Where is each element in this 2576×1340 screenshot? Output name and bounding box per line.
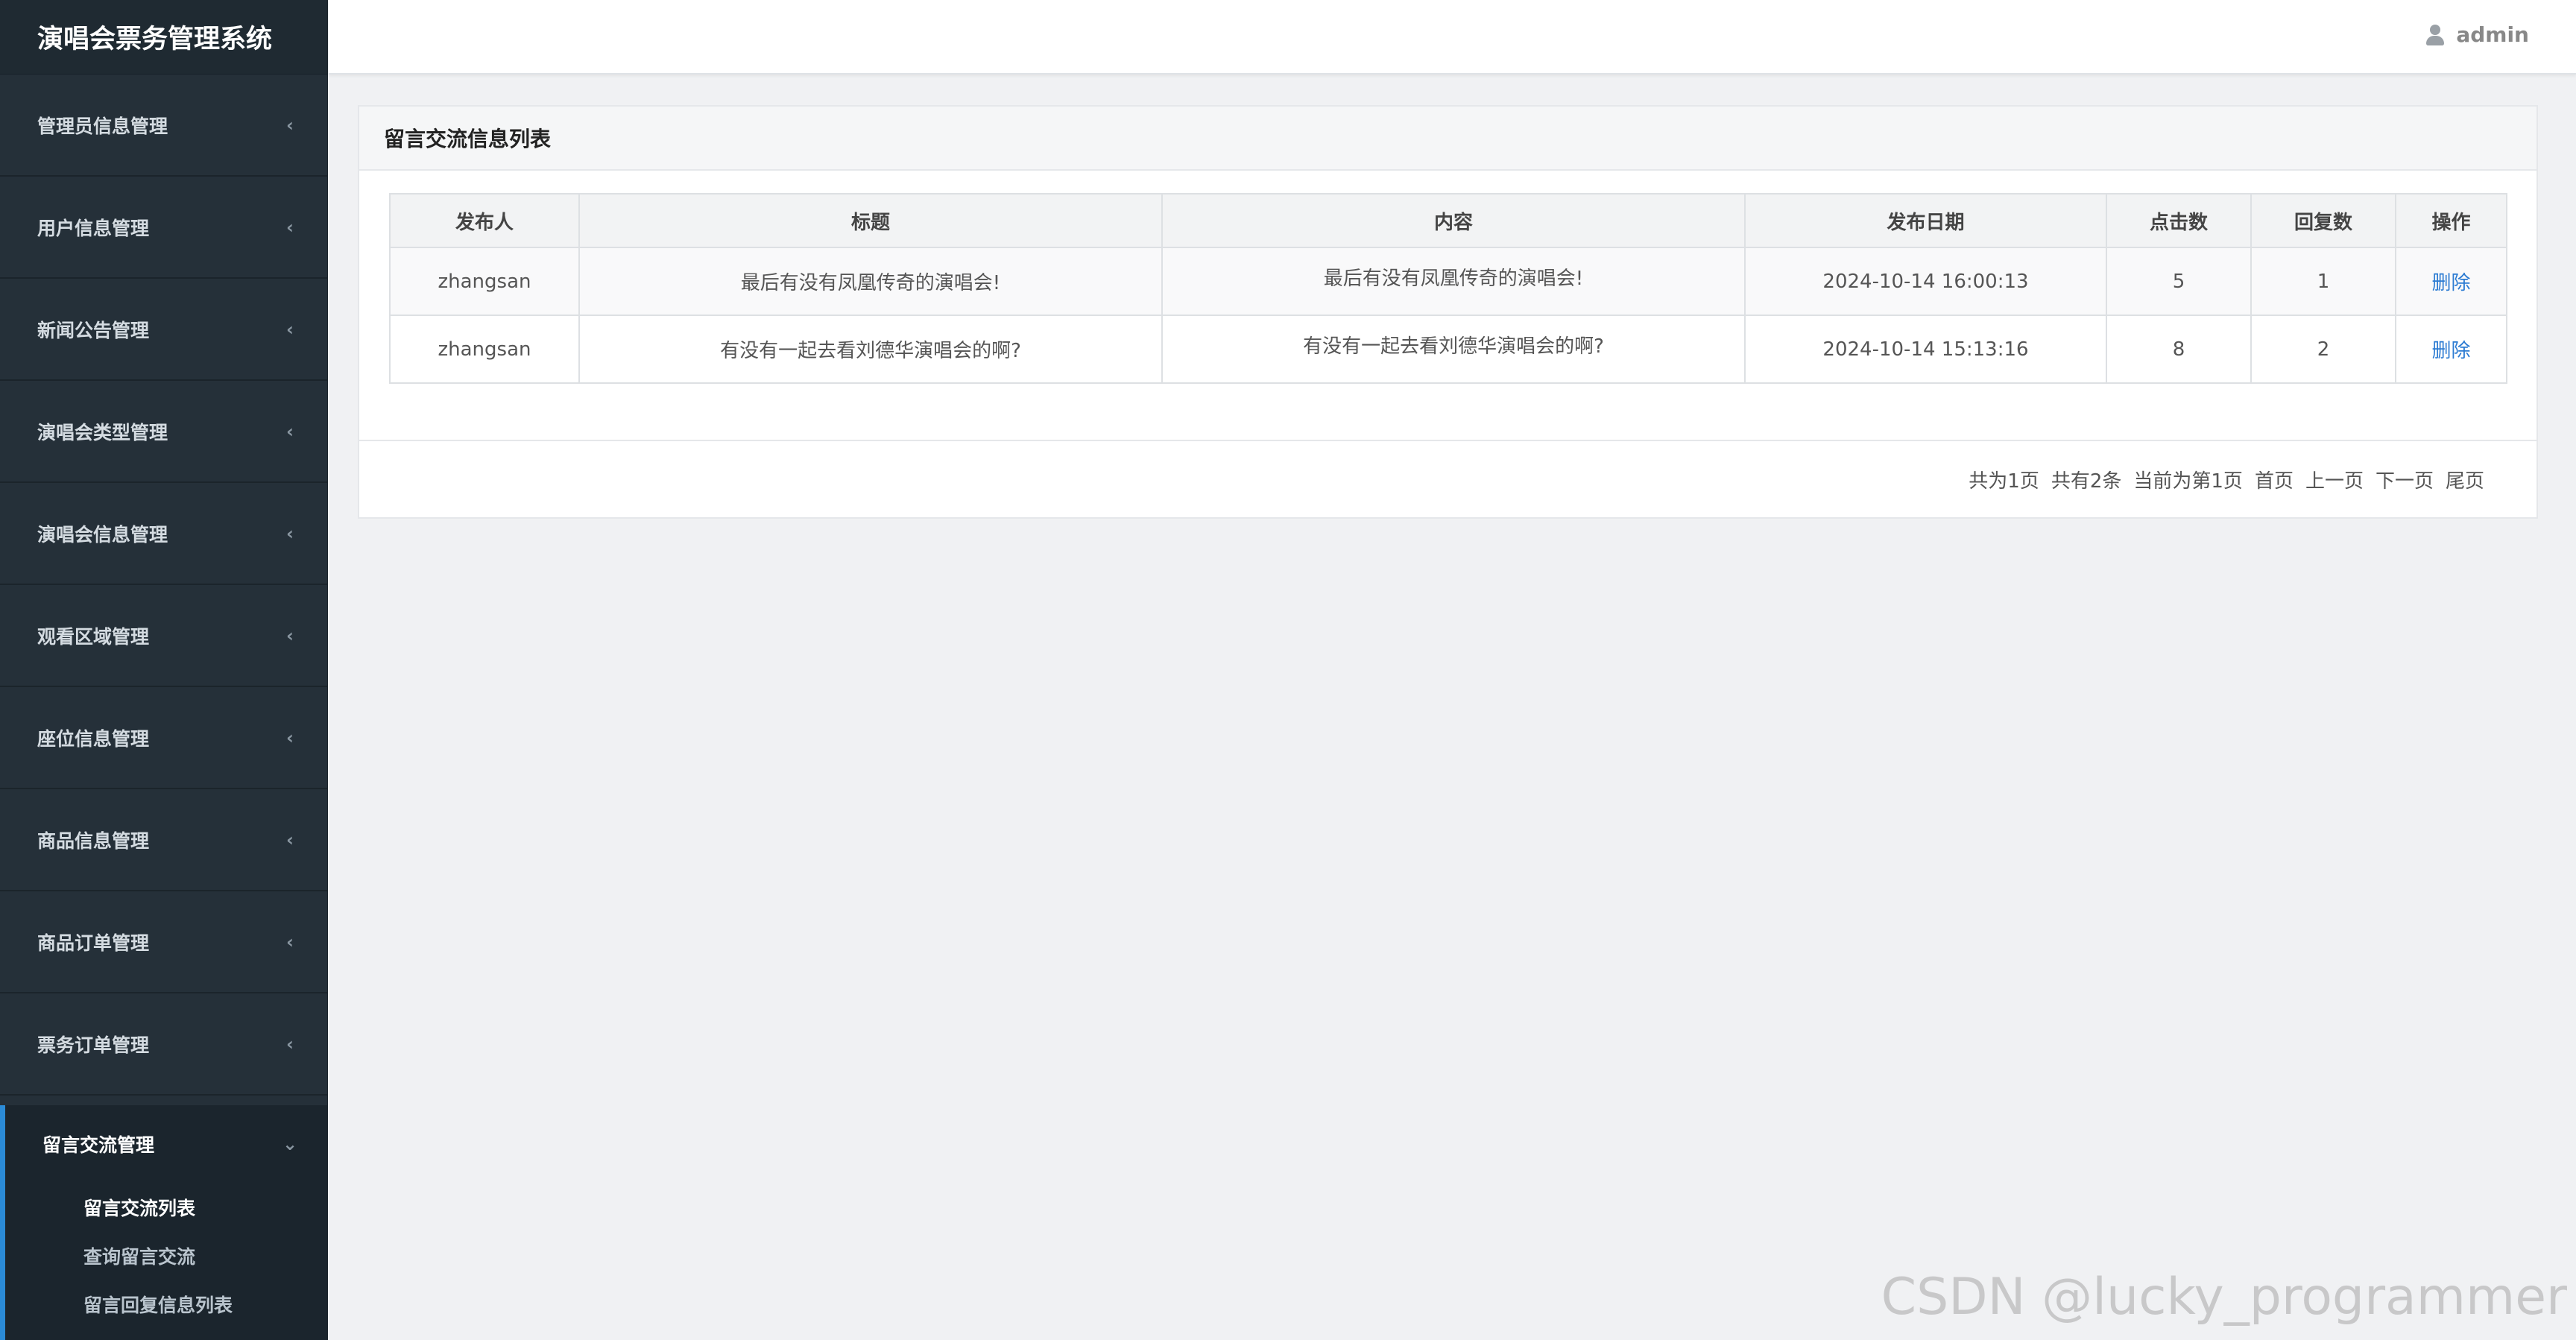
submenu-item-query-message[interactable]: 查询留言交流 — [5, 1231, 327, 1280]
sidebar-item-label: 新闻公告管理 — [37, 319, 150, 341]
cell-publisher: zhangsan — [389, 247, 580, 316]
submenu-item-reply-list[interactable]: 留言回复信息列表 — [5, 1280, 327, 1328]
sidebar-item-product-info[interactable]: 商品信息管理 ‹ — [0, 789, 327, 891]
sidebar-item-label: 商品订单管理 — [37, 932, 150, 954]
message-table-container: 发布人 标题 内容 发布日期 点击数 回复数 操作 zhangsan 最后有没有… — [389, 193, 2507, 384]
chevron-left-icon: ‹ — [286, 420, 294, 442]
top-header: admin — [329, 0, 2576, 75]
pagination-last-link[interactable]: 尾页 — [2446, 466, 2484, 493]
chevron-left-icon: ‹ — [286, 216, 294, 238]
chevron-left-icon: ‹ — [286, 1033, 294, 1055]
cell-content: 最后有没有凤凰传奇的演唱会! — [1161, 247, 1746, 316]
chevron-left-icon: ‹ — [286, 114, 294, 136]
cell-clicks: 5 — [2106, 247, 2252, 316]
column-header-action: 操作 — [2395, 193, 2507, 248]
sidebar-item-concert-info[interactable]: 演唱会信息管理 ‹ — [0, 483, 327, 585]
sidebar-item-label: 座位信息管理 — [37, 727, 150, 750]
sidebar: 演唱会票务管理系统 管理员信息管理 ‹ 用户信息管理 ‹ 新闻公告管理 ‹ 演唱… — [0, 0, 328, 1340]
pagination-next-link[interactable]: 下一页 — [2375, 466, 2434, 493]
chevron-left-icon: ‹ — [286, 727, 294, 748]
cell-date: 2024-10-14 16:00:13 — [1744, 247, 2107, 316]
sidebar-item-user-info[interactable]: 用户信息管理 ‹ — [0, 177, 327, 279]
column-header-content: 内容 — [1161, 193, 1746, 248]
delete-link[interactable]: 删除 — [2431, 272, 2470, 294]
cell-action: 删除 — [2395, 247, 2507, 316]
sidebar-submenu: 留言交流列表 查询留言交流 留言回复信息列表 — [0, 1183, 327, 1340]
message-table: 发布人 标题 内容 发布日期 点击数 回复数 操作 zhangsan 最后有没有… — [389, 193, 2507, 384]
user-icon — [2426, 24, 2445, 45]
chevron-left-icon: ‹ — [286, 931, 294, 952]
cell-date: 2024-10-14 15:13:16 — [1744, 315, 2107, 384]
delete-link[interactable]: 删除 — [2431, 340, 2470, 362]
column-header-date: 发布日期 — [1744, 193, 2107, 248]
sidebar-item-news[interactable]: 新闻公告管理 ‹ — [0, 279, 327, 381]
pagination: 共为1页 共有2条 当前为第1页 首页 上一页 下一页 尾页 — [359, 440, 2536, 517]
chevron-left-icon: ‹ — [286, 625, 294, 646]
cell-publisher: zhangsan — [389, 315, 580, 384]
pagination-current-page: 当前为第1页 — [2133, 470, 2243, 493]
table-row: zhangsan 有没有一起去看刘德华演唱会的啊? 有没有一起去看刘德华演唱会的… — [389, 315, 2507, 384]
column-header-clicks: 点击数 — [2106, 193, 2252, 248]
chevron-left-icon: ‹ — [286, 829, 294, 850]
sidebar-item-product-orders[interactable]: 商品订单管理 ‹ — [0, 891, 327, 993]
app-title: 演唱会票务管理系统 — [0, 0, 327, 75]
submenu-item-message-list[interactable]: 留言交流列表 — [5, 1183, 327, 1231]
sidebar-item-label: 留言交流管理 — [42, 1134, 155, 1156]
message-list-panel: 留言交流信息列表 发布人 标题 内容 发布日期 点击数 回复数 操作 zhang… — [358, 105, 2538, 519]
user-menu[interactable]: admin — [2426, 22, 2529, 47]
sidebar-item-label: 用户信息管理 — [37, 217, 150, 239]
sidebar-item-admin-info[interactable]: 管理员信息管理 ‹ — [0, 75, 327, 177]
column-header-publisher: 发布人 — [389, 193, 580, 248]
watermark: CSDN @lucky_programmer — [1881, 1268, 2567, 1327]
cell-replies: 1 — [2250, 247, 2396, 316]
cell-clicks: 8 — [2106, 315, 2252, 384]
table-header-row: 发布人 标题 内容 发布日期 点击数 回复数 操作 — [389, 193, 2507, 248]
sidebar-item-viewing-area[interactable]: 观看区域管理 ‹ — [0, 585, 327, 687]
sidebar-item-label: 演唱会类型管理 — [37, 421, 168, 443]
sidebar-item-ticket-orders[interactable]: 票务订单管理 ‹ — [0, 993, 327, 1096]
cell-replies: 2 — [2250, 315, 2396, 384]
sidebar-item-label: 商品信息管理 — [37, 829, 150, 852]
username: admin — [2456, 22, 2529, 47]
sidebar-item-label: 管理员信息管理 — [37, 115, 168, 137]
cell-content: 有没有一起去看刘德华演唱会的啊? — [1161, 315, 1746, 384]
cell-action: 删除 — [2395, 315, 2507, 384]
sidebar-item-seat-info[interactable]: 座位信息管理 ‹ — [0, 687, 327, 789]
sidebar-item-label: 观看区域管理 — [37, 625, 150, 648]
chevron-left-icon: ‹ — [286, 522, 294, 544]
panel-title: 留言交流信息列表 — [359, 107, 2536, 171]
table-row: zhangsan 最后有没有凤凰传奇的演唱会! 最后有没有凤凰传奇的演唱会! 2… — [389, 247, 2507, 316]
chevron-down-icon: ⌄ — [282, 1134, 298, 1154]
pagination-total-records: 共有2条 — [2051, 470, 2122, 493]
cell-title: 最后有没有凤凰传奇的演唱会! — [578, 247, 1163, 316]
cell-title: 有没有一起去看刘德华演唱会的啊? — [578, 315, 1163, 384]
sidebar-item-message-exchange[interactable]: 留言交流管理 ⌄ — [0, 1105, 327, 1183]
column-header-title: 标题 — [578, 193, 1163, 248]
pagination-total-pages: 共为1页 — [1969, 470, 2039, 493]
column-header-replies: 回复数 — [2250, 193, 2396, 248]
sidebar-item-concert-type[interactable]: 演唱会类型管理 ‹ — [0, 381, 327, 483]
sidebar-item-label: 演唱会信息管理 — [37, 523, 168, 546]
chevron-left-icon: ‹ — [286, 318, 294, 340]
sidebar-item-label: 票务订单管理 — [37, 1034, 150, 1056]
pagination-prev-link[interactable]: 上一页 — [2305, 466, 2364, 493]
pagination-first-link[interactable]: 首页 — [2255, 466, 2294, 493]
